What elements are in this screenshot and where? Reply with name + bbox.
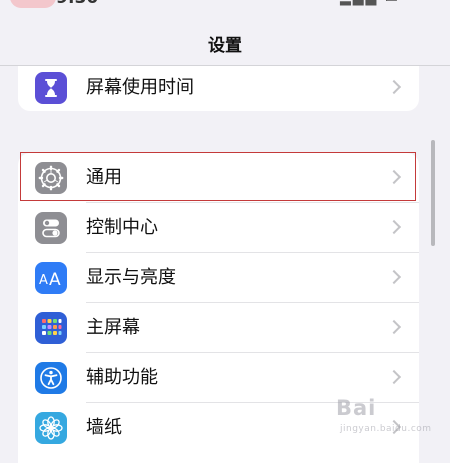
settings-row-label: 控制中心 (86, 217, 158, 238)
chevron-right-icon (386, 319, 402, 335)
settings-row-screen-time[interactable]: 屏幕使用时间 (18, 66, 419, 111)
toggle-switches-icon (35, 212, 67, 244)
status-bar: 9:30 ▂▄▆ ▭ (0, 0, 450, 18)
settings-row-display-brightness[interactable]: A A 显示与亮度 (18, 253, 419, 303)
settings-row-label: 显示与亮度 (86, 267, 176, 288)
chevron-right-icon (386, 369, 402, 385)
flower-icon (35, 412, 67, 444)
gear-icon (35, 162, 67, 194)
text-size-icon: A A (35, 262, 67, 294)
chevron-right-icon (386, 79, 402, 95)
settings-row-label: 屏幕使用时间 (86, 77, 194, 98)
svg-text:A: A (49, 270, 61, 288)
watermark: Bai jingyan.baidu.com (336, 392, 446, 444)
watermark-text: Bai (336, 396, 377, 420)
settings-row-label: 主屏幕 (86, 317, 140, 338)
chevron-right-icon (386, 269, 402, 285)
settings-row-home-screen[interactable]: 主屏幕 (18, 303, 419, 353)
status-icons: ▂▄▆ ▭ (340, 0, 400, 6)
settings-row-label: 墙纸 (86, 417, 122, 438)
settings-row-general[interactable]: 通用 (18, 153, 419, 203)
settings-row-label: 辅助功能 (86, 367, 158, 388)
watermark-url: jingyan.baidu.com (340, 424, 432, 434)
app-grid-icon (35, 312, 67, 344)
settings-group-screen-time: 屏幕使用时间 (18, 66, 419, 111)
status-time: 9:30 (56, 0, 98, 8)
scrollbar[interactable] (431, 140, 435, 246)
settings-row-label: 通用 (86, 167, 122, 188)
settings-row-control-center[interactable]: 控制中心 (18, 203, 419, 253)
accessibility-icon (35, 362, 67, 394)
svg-text:A: A (39, 273, 48, 288)
chevron-right-icon (386, 169, 402, 185)
status-indicator (10, 0, 56, 8)
chevron-right-icon (386, 219, 402, 235)
hourglass-icon (35, 72, 67, 104)
navigation-bar: 设置 (0, 18, 450, 66)
page-title: 设置 (208, 36, 242, 56)
